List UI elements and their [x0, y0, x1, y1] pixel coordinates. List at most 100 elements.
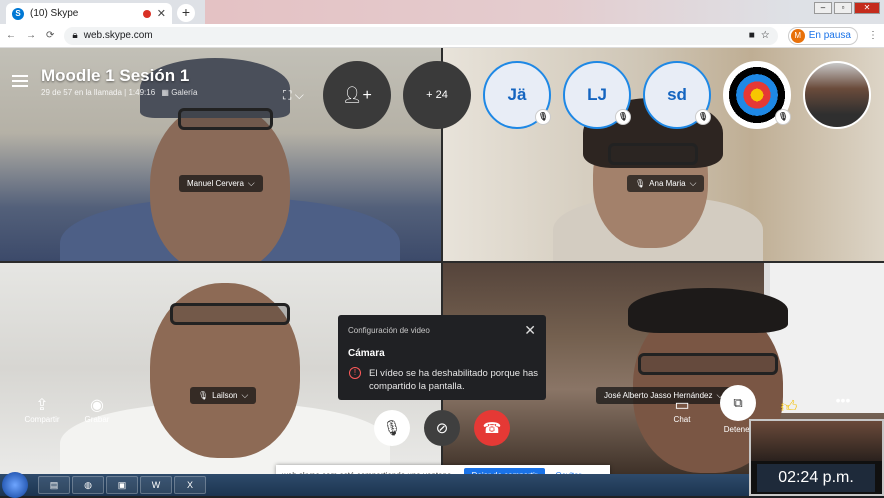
call-status: 29 de 57 en la llamada | 1:49:16 — [41, 88, 156, 97]
participant-avatar-photo[interactable] — [803, 61, 871, 129]
participant-avatar[interactable]: Jä 🎙︎ — [483, 61, 551, 129]
file-explorer-icon[interactable]: ▤ — [38, 476, 70, 494]
video-glasses — [170, 303, 290, 325]
self-video-preview[interactable] — [751, 421, 882, 461]
reaction-thumbs-up-icon[interactable]: 👍︎ — [778, 398, 800, 417]
stop-label: Detener — [723, 425, 753, 434]
view-mode[interactable]: Galería — [171, 88, 197, 97]
toast-title: Cámara — [348, 348, 385, 359]
participant-name: Lailson — [212, 391, 238, 400]
share-button[interactable]: ⇪ Compartir — [22, 395, 62, 424]
browser-tab-skype[interactable]: S (10) Skype ✕ — [6, 3, 172, 24]
taskbar-clock[interactable]: 02:24 p.m. — [757, 464, 875, 492]
call-subtitle: 29 de 57 en la llamada | 1:49:16 ▦ Galer… — [41, 88, 197, 97]
new-tab-button[interactable]: + — [177, 4, 195, 22]
gallery-icon[interactable]: ▦ — [161, 88, 169, 97]
close-tab-icon[interactable]: ✕ — [157, 7, 166, 20]
excel-icon[interactable]: X — [174, 476, 206, 494]
warning-icon: ! — [349, 367, 361, 379]
more-participants-button[interactable]: + 24 — [403, 61, 471, 129]
video-glasses — [178, 108, 273, 130]
participant-name: Ana Maria — [649, 179, 686, 188]
record-button[interactable]: ◉ Grabar — [80, 395, 114, 424]
reload-icon[interactable]: ⟳ — [46, 30, 54, 41]
microphone-button[interactable]: 🎙︎ — [374, 410, 410, 446]
menu-kebab-icon[interactable]: ⋮ — [868, 30, 878, 41]
layout-switch-icon[interactable]: ⛶ ⌵ — [283, 88, 304, 103]
video-settings-toast: Configuración de video ✕ Cámara ! El víd… — [338, 315, 546, 400]
video-glasses — [608, 143, 698, 165]
address-bar[interactable]: 🔒︎ web.skype.com ■ ☆ — [64, 26, 778, 45]
camera-off-icon: ⊘ — [435, 420, 449, 437]
participant-name-pill[interactable]: 🎙︎ Ana Maria ⌵ — [627, 175, 705, 192]
chrome-icon[interactable]: ◍ — [72, 476, 104, 494]
browser-tabbar: S (10) Skype ✕ + – ▫ ✕ — [0, 0, 884, 24]
background-window — [205, 0, 795, 24]
phone-hangup-icon: ☎ — [482, 420, 502, 437]
chat-button[interactable]: ▭ Chat — [668, 395, 696, 424]
toast-message: El vídeo se ha deshabilitado porque has … — [369, 368, 539, 392]
video-glasses — [638, 353, 778, 375]
mic-muted-icon: 🎙︎ — [695, 109, 711, 125]
camera-in-use-icon[interactable]: ■ — [749, 30, 755, 41]
add-participant-button[interactable]: 👤︎+ — [323, 61, 391, 129]
browser-toolbar: ← → ⟳ 🔒︎ web.skype.com ■ ☆ M En pausa ⋮ — [0, 24, 884, 48]
stop-share-icon: ⧉ — [733, 395, 743, 410]
stop-sharing-button[interactable]: ⧉ — [720, 385, 756, 421]
participant-name: Manuel Cervera — [187, 179, 244, 188]
microphone-icon: 🎙︎ — [382, 420, 402, 437]
chat-label: Chat — [673, 415, 691, 424]
avatar-initials: sd — [667, 85, 687, 104]
mic-muted-icon: 🎙︎ — [635, 179, 646, 188]
avatar-initials: LJ — [587, 85, 607, 104]
participant-name: José Alberto Jasso Hernández — [604, 391, 713, 400]
network-icon[interactable]: ▣ — [106, 476, 138, 494]
hamburger-menu-icon[interactable] — [12, 75, 28, 87]
chat-icon: ▭ — [674, 397, 690, 414]
participant-name-pill[interactable]: Manuel Cervera ⌵ — [179, 175, 263, 192]
more-participants-count: + 24 — [426, 89, 448, 101]
close-icon[interactable]: ✕ — [524, 322, 536, 339]
mic-muted-icon: 🎙︎ — [198, 391, 209, 400]
toast-header: Configuración de video — [348, 326, 430, 335]
chevron-down-icon: ⌵ — [247, 178, 255, 188]
profile-avatar: M — [790, 28, 805, 43]
share-icon: ⇪ — [35, 397, 49, 414]
record-label: Grabar — [84, 415, 110, 424]
camera-button[interactable]: ⊘ — [424, 410, 460, 446]
bookmark-star-icon[interactable]: ☆ — [761, 30, 770, 41]
participant-name-pill[interactable]: José Alberto Jasso Hernández ⌵ — [596, 387, 732, 404]
url-text: web.skype.com — [83, 30, 153, 41]
tab-title: (10) Skype — [30, 8, 79, 19]
more-options-icon[interactable]: ••• — [832, 392, 854, 408]
participant-avatar[interactable]: LJ 🎙︎ — [563, 61, 631, 129]
participant-avatar-target-icon[interactable]: 🎙︎ — [723, 61, 791, 129]
self-preview-clock: 02:24 p.m. — [749, 419, 884, 496]
skype-logo-icon: S — [12, 7, 24, 20]
back-arrow-icon[interactable]: ← — [6, 30, 16, 41]
minimize-button[interactable]: – — [814, 2, 832, 14]
maximize-button[interactable]: ▫ — [834, 2, 852, 14]
chevron-down-icon: ⌵ — [241, 390, 249, 400]
call-title: Moodle 1 Sesión 1 — [41, 66, 190, 85]
lock-icon: 🔒︎ — [72, 30, 78, 41]
profile-status: En pausa — [808, 30, 851, 41]
add-person-icon: 👤︎+ — [342, 87, 372, 104]
mic-muted-icon: 🎙︎ — [775, 109, 791, 125]
profile-button[interactable]: M En pausa — [787, 26, 858, 45]
mic-muted-icon: 🎙︎ — [615, 109, 631, 125]
chevron-down-icon: ⌵ — [689, 178, 697, 188]
video-hair — [628, 288, 788, 333]
window-controls: – ▫ ✕ — [814, 2, 880, 14]
recording-indicator-icon — [142, 9, 151, 18]
word-icon[interactable]: W — [140, 476, 172, 494]
record-icon: ◉ — [90, 397, 104, 414]
avatar-initials: Jä — [507, 85, 527, 104]
close-window-button[interactable]: ✕ — [854, 2, 880, 14]
forward-arrow-icon[interactable]: → — [26, 30, 36, 41]
participant-name-pill[interactable]: 🎙︎ Lailson ⌵ — [190, 387, 257, 404]
start-button-icon[interactable] — [2, 472, 28, 498]
hang-up-button[interactable]: ☎ — [474, 410, 510, 446]
share-label: Compartir — [24, 415, 60, 424]
participant-avatar[interactable]: sd 🎙︎ — [643, 61, 711, 129]
